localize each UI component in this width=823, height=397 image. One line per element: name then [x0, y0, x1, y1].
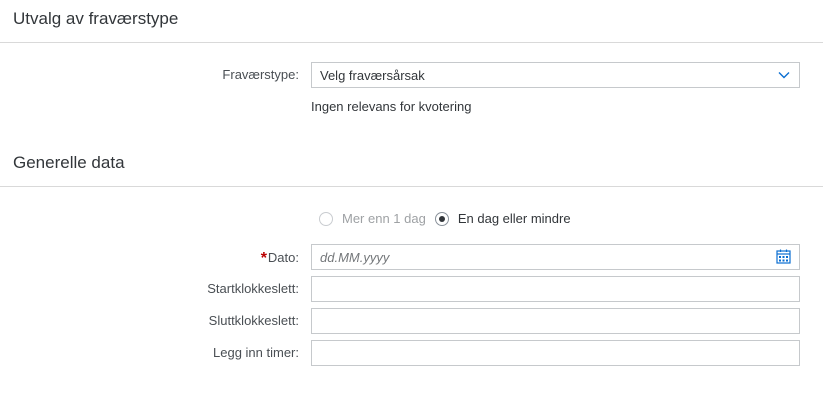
radio-more-than-one-day: [319, 211, 333, 226]
absence-type-label: Fraværstype:: [222, 67, 299, 82]
section-title-general-data: Generelle data: [13, 153, 125, 172]
start-time-input[interactable]: [312, 277, 760, 301]
absence-type-select[interactable]: Velg fraværsårsak: [311, 62, 800, 88]
hours-input[interactable]: [312, 341, 760, 365]
duration-radio-group: Mer enn 1 dag En dag eller mindre: [319, 211, 580, 226]
end-time-input[interactable]: [312, 309, 760, 333]
date-label-text: Dato:: [267, 250, 299, 265]
chevron-down-icon[interactable]: [778, 70, 790, 80]
start-time-label: Startklokkeslett:: [207, 281, 299, 296]
absence-type-selected-value: Velg fraværsårsak: [320, 68, 425, 83]
radio-one-day-or-less-label[interactable]: En dag eller mindre: [458, 211, 571, 226]
date-field[interactable]: [311, 244, 800, 270]
section-divider: [0, 186, 823, 187]
section-title-absence-type: Utvalg av fraværstype: [13, 9, 179, 28]
calendar-icon[interactable]: [776, 249, 791, 264]
radio-more-than-one-day-label: Mer enn 1 dag: [342, 211, 426, 226]
section-divider: [0, 42, 823, 43]
quota-info-text: Ingen relevans for kvotering: [311, 99, 472, 114]
end-time-field[interactable]: [311, 308, 800, 334]
radio-one-day-or-less[interactable]: [434, 211, 449, 226]
end-time-label: Sluttklokkeslett:: [208, 313, 299, 328]
hours-field[interactable]: [311, 340, 800, 366]
date-label: *Dato:: [261, 249, 299, 267]
hours-label: Legg inn timer:: [213, 345, 299, 360]
required-asterisk: *: [260, 250, 267, 267]
start-time-field[interactable]: [311, 276, 800, 302]
date-input[interactable]: [312, 245, 760, 269]
